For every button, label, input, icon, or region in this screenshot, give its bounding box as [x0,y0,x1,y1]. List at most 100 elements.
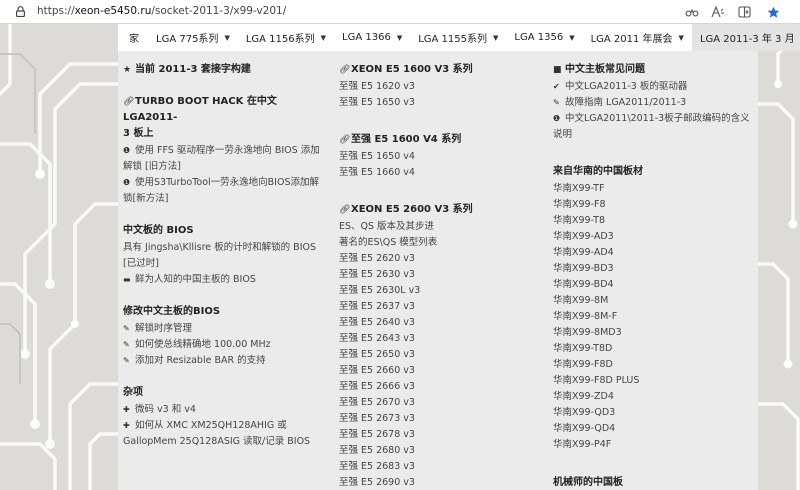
turbo-boost-hack-link[interactable]: 🔗︎TURBO BOOT HACK 在中文 LGA2011- 3 板上 [123,94,328,142]
main-nav: 家 LGA 775系列 ▼ LGA 1156系列 ▼ LGA 1366 ▼ LGA 1… [118,24,800,51]
bios-chinese-boards-heading[interactable]: 中文板的 BIOS [123,223,328,239]
nav-lga1366-label: LGA 1366 [342,32,391,43]
board-link[interactable]: 华南X99-F8 [553,197,758,213]
board-link[interactable]: 华南X99-QD3 [553,405,758,421]
cpu-link[interactable]: 至强 E5 2660 v3 [339,363,529,379]
menu-column-3: ■ 中文主板常见问题 ✔ 中文LGA2011-3 板的驱动器 ✎ 故障指南 LGA20… [553,51,758,490]
board-link[interactable]: 华南X99-8M [553,293,758,309]
chevron-down-icon: ▼ [320,33,327,42]
cpu-link[interactable]: 至强 E5 2678 v3 [339,427,529,443]
e5-2600v3-heading[interactable]: 🔗︎XEON E5 2600 V3 系列 [339,202,529,218]
drivers-link[interactable]: ✔ 中文LGA2011-3 板的驱动器 [553,79,758,95]
board-link[interactable]: 华南X99-8MD3 [553,325,758,341]
s3turbotool-unlock-link[interactable]: ❶ 使用S3TurboTool一劳永逸地向BIOS添加解 锁[新方法] [123,175,328,207]
es-qs-list-link[interactable]: 著名的ES\QS 模型列表 [339,235,529,251]
nav-lga2011-3[interactable]: LGA 2011-3 年 3 月▼ [691,24,800,51]
cpu-link[interactable]: 至强 E5 2620 v3 [339,251,529,267]
nav-lga1155[interactable]: LGA 1155系列 ▼ [410,24,506,51]
url-path: /socket-2011-3/x99-v201/ [151,5,287,17]
board-link[interactable]: 华南X99-AD3 [553,229,758,245]
url-scheme: https:// [37,5,75,17]
board-link[interactable]: 华南X99-ZD4 [553,389,758,405]
es-qs-versions-link[interactable]: ES、QS 版本及其步进 [339,219,529,235]
board-link[interactable]: 华南X99-TF [553,181,758,197]
dropdown-menu: ★ 当前 2011-3 套接字构建 🔗︎TURBO BOOT HACK 在中文 L… [118,51,758,490]
faq-heading[interactable]: ■ 中文主板常见问题 [553,62,758,78]
cpu-link[interactable]: 至强 E5 2637 v3 [339,299,529,315]
info-icon: ❶ [553,114,561,123]
nav-lga1366[interactable]: LGA 1366 ▼ [334,24,410,51]
nav-lga2011[interactable]: LGA 2011 年展会 ▼ [583,24,692,51]
cpu-link[interactable]: 至强 E5 2643 v3 [339,331,529,347]
nav-home[interactable]: 家 [118,24,148,51]
cpu-link[interactable]: 至强 E5 1620 v3 [339,79,529,95]
cpu-link[interactable]: 至强 E5 2690 v3 [339,475,529,490]
cpu-link[interactable]: 至强 E5 2630 v3 [339,267,529,283]
cpu-link[interactable]: 至强 E5 2640 v3 [339,315,529,331]
cpu-link[interactable]: 至强 E5 1650 v4 [339,149,529,165]
rare-boards-bios-link[interactable]: ▬ 鲜为人知的中国主板的 BIOS [123,272,328,288]
board-link[interactable]: 华南X99-BD3 [553,261,758,277]
cpu-link[interactable]: 至强 E5 1660 v4 [339,165,529,181]
troubleshooting-link[interactable]: ✎ 故障指南 LGA2011/2011-3 [553,95,758,111]
circuit-background-left [0,24,118,490]
timing-unlock-link[interactable]: ✎ 解锁时序管理 [123,321,328,337]
star-icon: ★ [123,65,132,75]
bios-jingsha-link[interactable]: 具有 Jingsha\Kllisre 板的计时和解锁的 BIOS [已过时] [123,240,328,272]
board-link[interactable]: 华南X99-T8D [553,341,758,357]
nav-lga1156-label: LGA 1156系列 [245,34,315,45]
check-icon: ✔ [553,82,560,91]
url-field[interactable]: https://xeon-e5450.ru/socket-2011-3/x99-… [37,5,286,17]
bios-mod-heading[interactable]: 修改中文主板的BIOS [123,304,328,320]
cpu-link[interactable]: 至强 E5 2673 v3 [339,411,529,427]
cpu-link[interactable]: 至强 E5 2683 v3 [339,459,529,475]
url-host: xeon-e5450.ru [74,5,152,17]
wrench-icon: ✎ [123,324,130,333]
ffs-unlock-link[interactable]: ❶ 使用 FFS 驱动程序一劳永逸地向 BIOS 添加 解锁 [旧方法] [123,143,328,175]
board-link[interactable]: 华南X99-P4F [553,437,758,453]
nav-lga1156[interactable]: LGA 1156系列 ▼ [238,24,334,51]
cpu-link[interactable]: 至强 E5 1650 v3 [339,95,529,111]
e5-1600v4-heading[interactable]: 🔗︎至强 E5 1600 V4 系列 [339,132,529,148]
link-icon: 🔗︎ [339,205,351,215]
chevron-down-icon: ▼ [678,33,684,42]
immersive-reader-icon[interactable] [684,4,700,20]
e5-1600v3-heading[interactable]: 🔗︎XEON E5 1600 V3 系列 [339,62,529,78]
link-icon: 🔗︎ [339,65,351,75]
resizable-bar-link[interactable]: ✎ 添加对 Resizable BAR 的支持 [123,353,328,369]
cpu-link[interactable]: 至强 E5 2630L v3 [339,283,529,299]
lock-icon [16,6,25,17]
huananzhi-heading[interactable]: 来自华南的中国板材 [553,164,758,180]
misc-heading[interactable]: 杂项 [123,385,328,401]
favorite-star-icon[interactable] [765,4,781,20]
menu-column-2: 🔗︎XEON E5 1600 V3 系列 至强 E5 1620 v3 至强 E5… [339,51,529,490]
browser-address-bar: https://xeon-e5450.ru/socket-2011-3/x99-… [0,0,800,24]
microcode-link[interactable]: ✚ 微码 v3 和 v4 [123,402,328,418]
post-codes-link[interactable]: ❶ 中文LGA2011\2011-3板子邮政编码的含义 说明 [553,111,758,143]
board-link[interactable]: 华南X99-F8D [553,357,758,373]
machinist-heading[interactable]: 机械师的中国板 [553,475,758,490]
board-link[interactable]: 华南X99-QD4 [553,421,758,437]
current-builds-link[interactable]: ★ 当前 2011-3 套接字构建 [123,62,328,78]
read-aloud-icon[interactable] [710,4,726,20]
board-link[interactable]: 华南X99-BD4 [553,277,758,293]
nav-lga2011-label: LGA 2011 年展会 [590,34,673,45]
cpu-link[interactable]: 至强 E5 2650 v3 [339,347,529,363]
board-link[interactable]: 华南X99-8M-F [553,309,758,325]
bus-100mhz-link[interactable]: ✎ 如何使总线精确地 100.00 MHz [123,337,328,353]
board-link[interactable]: 华南X99-F8D PLUS [553,373,758,389]
cpu-link[interactable]: 至强 E5 2666 v3 [339,379,529,395]
board-link[interactable]: 华南X99-AD4 [553,245,758,261]
split-screen-icon[interactable] [737,4,753,20]
cpu-link[interactable]: 至强 E5 2680 v3 [339,443,529,459]
board-link[interactable]: 华南X99-T8 [553,213,758,229]
chevron-down-icon: ▼ [493,33,499,42]
nav-lga775[interactable]: LGA 775系列 ▼ [148,24,238,51]
nav-home-label: 家 [129,34,139,45]
read-write-bios-link[interactable]: ✚ 如何从 XMC XM25QH128AHIG 或 GallopMem 25Q128… [123,418,328,450]
info-icon: ❶ [123,146,131,155]
cpu-link[interactable]: 至强 E5 2670 v3 [339,395,529,411]
board-list: 华南X99-TF 华南X99-F8 华南X99-T8 华南X99-AD3 华南X99-A… [553,181,758,453]
link-icon: 🔗︎ [123,97,135,107]
nav-lga1356[interactable]: LGA 1356 ▼ [506,24,582,51]
